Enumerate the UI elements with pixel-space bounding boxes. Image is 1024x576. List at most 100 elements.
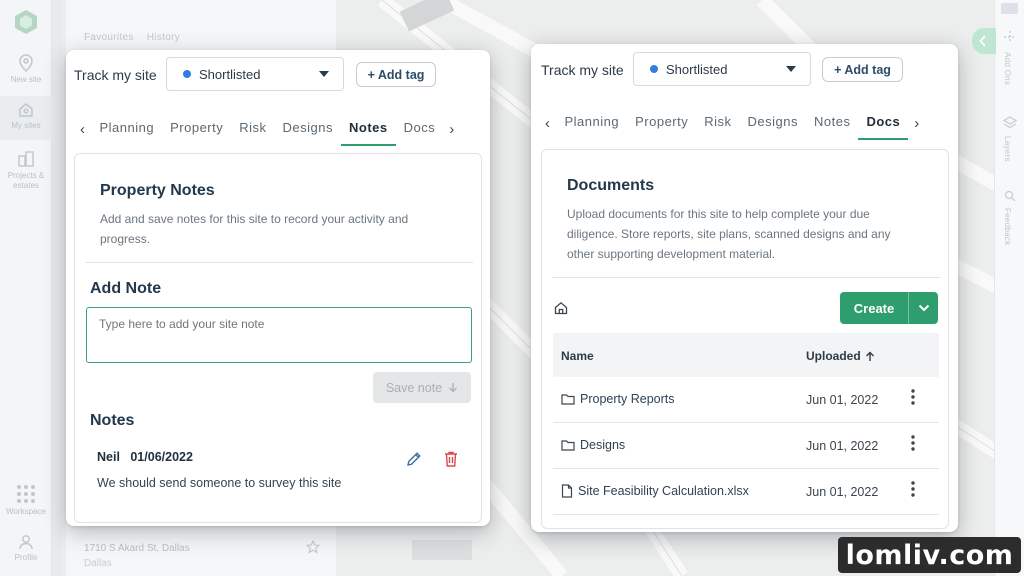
save-note-button[interactable]: Save note [373,372,471,403]
caret-down-icon [319,71,329,77]
add-tag-button[interactable]: + Add tag [822,57,903,82]
chevron-right-icon[interactable]: › [443,121,461,138]
app-logo-icon[interactable] [13,9,39,35]
chevron-right-icon[interactable]: › [908,115,926,132]
documents-card: Track my site Shortlisted + Add tag ‹ Pl… [531,44,958,532]
documents-description: Upload documents for this site to help c… [567,207,891,261]
nav-rail: New site My sites Projects & estates Wor… [0,0,52,576]
plus-cross-icon[interactable] [1003,30,1017,44]
rail-label-new-site: New site [10,75,42,84]
property-notes-description: Add and save notes for this site to reco… [100,212,409,246]
caret-down-icon [786,66,796,72]
notes-card: Track my site Shortlisted + Add tag ‹ Pl… [66,50,490,526]
tab-risk[interactable]: Risk [696,110,739,136]
status-select[interactable]: Shortlisted [166,57,344,91]
edit-pencil-icon[interactable] [405,450,423,468]
tab-history[interactable]: History [147,32,180,43]
tab-notes[interactable]: Notes [806,110,858,136]
divider [552,277,940,278]
note-input[interactable] [86,307,472,363]
file-name[interactable]: Site Feasibility Calculation.xlsx [578,484,749,498]
track-my-site-label: Track my site [541,62,624,78]
site-address: 1710 S Akard St, Dallas [84,543,190,554]
collapse-tab[interactable] [972,28,996,54]
rail-label-workspace: Workspace [6,507,46,516]
file-name-cell: Designs [561,438,625,452]
create-dropdown[interactable] [909,304,938,312]
rail-item-new-site[interactable]: New site [0,54,52,85]
section-tabs: ‹ Planning Property Risk Designs Notes D… [539,110,926,140]
flag-icon[interactable] [1001,3,1018,14]
note-date: 01/06/2022 [130,450,193,464]
rail-label-my-sites: My sites [11,121,41,130]
arrow-down-icon [449,383,458,393]
tab-favourites[interactable]: Favourites [84,32,134,43]
more-vertical-icon[interactable] [910,388,916,406]
tab-property[interactable]: Property [162,116,231,142]
table-header: Name Uploaded [553,333,939,377]
trash-icon[interactable] [443,450,459,468]
chevron-left-icon[interactable]: ‹ [74,121,92,138]
note-author-line: Neil 01/06/2022 [97,450,193,464]
folder-icon [561,440,575,451]
table-row[interactable]: Property Reports Jun 01, 2022 [553,378,939,423]
file-name-cell: Site Feasibility Calculation.xlsx [561,484,749,498]
tab-property[interactable]: Property [627,110,696,136]
property-notes-title: Property Notes [100,182,215,199]
add-note-heading: Add Note [90,280,162,297]
column-uploaded-label: Uploaded [806,349,861,363]
rail-item-my-sites[interactable]: My sites [0,96,52,140]
tab-designs[interactable]: Designs [275,116,341,142]
home-icon[interactable] [554,301,568,315]
chevron-left-icon [979,35,986,47]
save-note-label: Save note [385,380,443,395]
table-row[interactable]: Designs Jun 01, 2022 [553,424,939,469]
file-icon [561,484,573,498]
file-name[interactable]: Property Reports [580,392,674,406]
add-tag-button[interactable]: + Add tag [356,62,436,87]
documents-title: Documents [567,177,655,194]
tab-docs[interactable]: Docs [858,110,909,140]
layers-label[interactable]: Layers [1003,136,1012,162]
layers-icon[interactable] [1003,116,1017,130]
column-uploaded[interactable]: Uploaded [806,349,875,363]
map-pin-icon [19,54,33,72]
chevron-left-icon[interactable]: ‹ [539,115,557,132]
star-icon[interactable] [306,540,320,554]
column-name[interactable]: Name [561,349,594,363]
tab-risk[interactable]: Risk [231,116,274,142]
track-my-site-label: Track my site [74,67,157,83]
section-tabs: ‹ Planning Property Risk Designs Notes D… [74,116,461,146]
notes-heading: Notes [90,412,135,429]
rail-item-profile[interactable]: Profile [0,534,52,563]
grid-dots-icon [17,485,35,503]
tab-planning[interactable]: Planning [92,116,163,142]
more-vertical-icon[interactable] [910,434,916,452]
site-city: Dallas [84,558,112,569]
rail-label-projects: Projects & estates [7,171,45,190]
notes-panel: Property Notes Add and save notes for th… [74,153,482,523]
rail-item-projects[interactable]: Projects & estates [0,150,52,191]
divider [85,262,473,263]
status-dot-icon [183,70,191,78]
add-ons-label[interactable]: Add Ons [1003,52,1012,85]
table-row[interactable]: Site Feasibility Calculation.xlsx Jun 01… [553,470,939,515]
chevron-down-icon [918,304,929,312]
file-name[interactable]: Designs [580,438,625,452]
status-value: Shortlisted [199,66,261,82]
create-button[interactable]: Create [840,292,938,324]
background-tabs: Favourites History [84,32,190,43]
more-vertical-icon[interactable] [910,480,916,498]
feedback-label[interactable]: Feedback [1003,208,1012,246]
rail-item-workspace[interactable]: Workspace [0,484,52,517]
status-select[interactable]: Shortlisted [633,52,811,86]
tab-notes[interactable]: Notes [341,116,396,146]
watermark-logo: lomliv.com [838,537,1021,573]
search-icon[interactable] [1004,190,1016,202]
tab-docs[interactable]: Docs [396,116,444,142]
uploaded-date: Jun 01, 2022 [806,439,879,453]
tab-designs[interactable]: Designs [740,110,806,136]
uploaded-date: Jun 01, 2022 [806,485,879,499]
tab-planning[interactable]: Planning [557,110,628,136]
status-dot-icon [650,65,658,73]
